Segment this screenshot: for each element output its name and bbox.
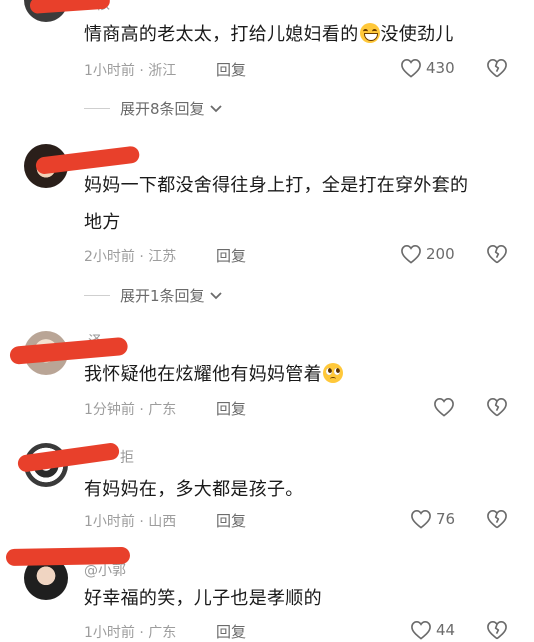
heart-icon — [401, 244, 421, 264]
broken-heart-icon — [487, 398, 507, 417]
like-count: 44 — [436, 621, 456, 639]
like-button[interactable]: 430 — [400, 58, 455, 78]
like-button[interactable]: 200 — [400, 244, 455, 264]
heart-icon — [434, 397, 454, 417]
comment-text: 妈妈一下都没舍得往身上打，全是打在穿外套的 地方 — [84, 175, 469, 233]
divider — [84, 108, 110, 109]
comment-meta: 2小时前 · 江苏 — [84, 249, 177, 265]
reply-button[interactable]: 回复 — [216, 59, 246, 80]
expand-replies-label: 展开8条回复 — [120, 100, 205, 118]
chevron-down-icon — [209, 104, 222, 112]
reply-button[interactable]: 回复 — [216, 510, 246, 531]
comment-meta: 1分钟前 · 广东 — [84, 402, 177, 418]
broken-heart-icon — [487, 245, 507, 264]
like-count: 200 — [426, 245, 455, 263]
dislike-button[interactable] — [486, 244, 508, 264]
like-button[interactable]: 44 — [410, 620, 455, 640]
reply-button[interactable]: 回复 — [216, 621, 246, 642]
heart-icon — [401, 58, 421, 78]
reply-button[interactable]: 回复 — [216, 245, 246, 266]
like-button[interactable]: 76 — [410, 509, 455, 529]
redaction-mark — [5, 546, 131, 566]
expand-replies-label: 展开1条回复 — [120, 287, 205, 305]
comment-text: 情商高的老太太，打给儿媳妇看的 没使劲儿 — [84, 23, 454, 45]
like-count: 76 — [436, 510, 456, 528]
reply-button[interactable]: 回复 — [216, 398, 246, 419]
dislike-button[interactable] — [486, 397, 508, 417]
heart-icon — [411, 620, 431, 640]
expand-replies[interactable]: 展开1条回复 — [84, 285, 223, 306]
broken-heart-icon — [487, 59, 507, 78]
pleading-face-icon — [322, 363, 343, 383]
broken-heart-icon — [487, 621, 507, 640]
username[interactable]: 拒 — [120, 447, 134, 467]
grinning-face-icon — [359, 23, 380, 43]
divider — [84, 295, 110, 296]
heart-icon — [411, 509, 431, 529]
like-button[interactable] — [433, 397, 459, 417]
comment-meta: 1小时前 · 广东 — [84, 625, 177, 641]
comment-text: 有妈妈在，多大都是孩子。 — [84, 479, 304, 500]
dislike-button[interactable] — [486, 58, 508, 78]
chevron-down-icon — [209, 291, 222, 299]
broken-heart-icon — [487, 510, 507, 529]
like-count: 430 — [426, 59, 455, 77]
comment-text: 我怀疑他在炫耀他有妈妈管着 — [84, 359, 514, 391]
dislike-button[interactable] — [486, 620, 508, 640]
comment-meta: 1小时前 · 山西 — [84, 514, 177, 530]
dislike-button[interactable] — [486, 509, 508, 529]
expand-replies[interactable]: 展开8条回复 — [84, 98, 223, 119]
comment-text: 好幸福的笑，儿子也是孝顺的 — [84, 588, 322, 609]
comment-meta: 1小时前 · 浙江 — [84, 63, 177, 79]
